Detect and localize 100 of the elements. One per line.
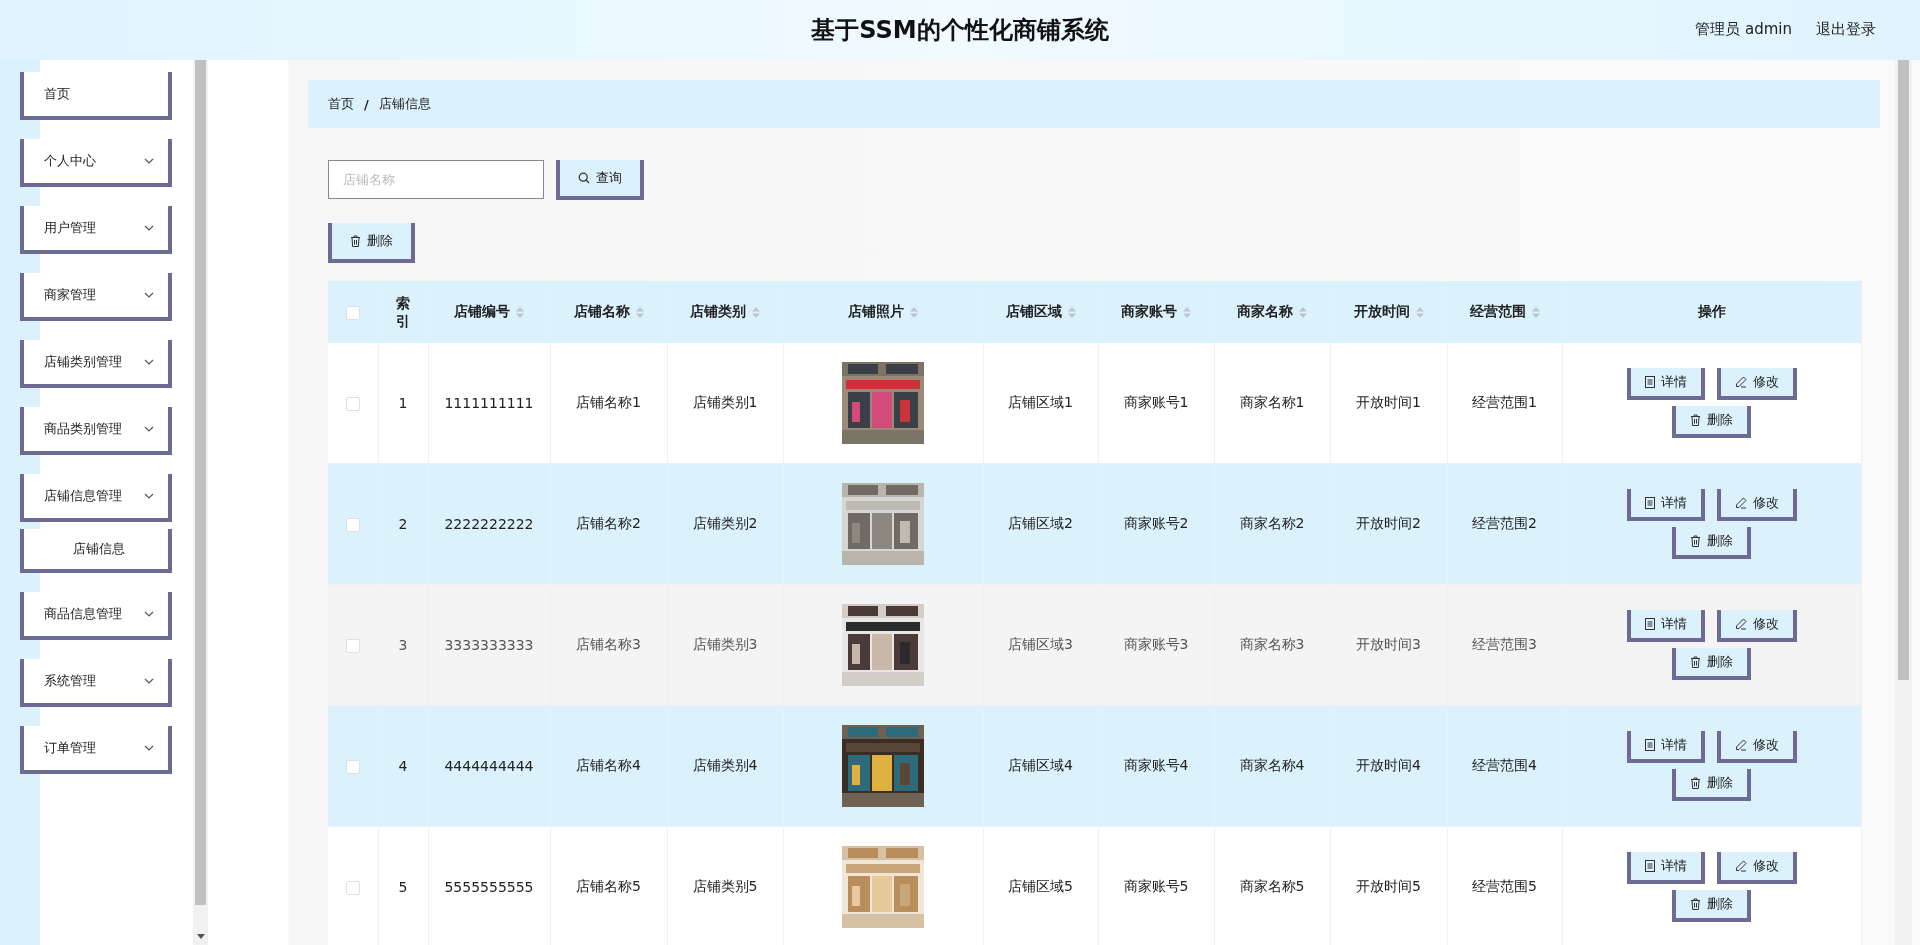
table-cell: 店铺区域5 — [1008, 878, 1073, 894]
sort-icon[interactable] — [910, 306, 918, 318]
table-cell: 店铺类别1 — [692, 394, 758, 410]
sidebar-item[interactable]: 商品信息管理 — [20, 592, 172, 640]
user-name: 管理员 admin — [1695, 20, 1792, 39]
detail-button[interactable]: 详情 — [1626, 489, 1705, 521]
select-all-checkbox[interactable] — [345, 306, 360, 320]
trash-icon — [1690, 656, 1702, 668]
scroll-down-icon[interactable] — [197, 934, 205, 939]
sort-icon[interactable] — [635, 306, 644, 318]
table-cell: 商家账号5 — [1123, 878, 1189, 894]
delete-button[interactable]: 删除 — [1672, 890, 1752, 922]
table-cell: 商家名称2 — [1239, 515, 1305, 531]
edit-button[interactable]: 修改 — [1716, 610, 1797, 642]
document-icon — [1644, 376, 1655, 388]
breadcrumb-separator: / — [364, 96, 369, 112]
column-header[interactable]: 店铺区域 — [1005, 303, 1062, 319]
delete-button[interactable]: 删除 — [1672, 648, 1752, 680]
row-checkbox[interactable] — [345, 397, 360, 411]
column-header[interactable]: 商家名称 — [1237, 303, 1293, 319]
table-cell: 3333333333 — [444, 637, 534, 653]
search-field[interactable]: 店铺名称 — [328, 160, 544, 199]
column-header[interactable]: 店铺名称 — [573, 303, 630, 319]
row-checkbox[interactable] — [345, 760, 360, 774]
row-checkbox[interactable] — [345, 518, 360, 532]
detail-button[interactable]: 详情 — [1626, 852, 1705, 884]
sidebar-item[interactable]: 首页 — [20, 72, 172, 120]
logout-link[interactable]: 退出登录 — [1816, 20, 1876, 39]
table-cell: 经营范围4 — [1472, 757, 1537, 773]
delete-button[interactable]: 删除 — [1672, 769, 1752, 801]
chevron-down-icon — [144, 426, 154, 432]
delete-button[interactable]: 删除 — [1672, 527, 1752, 559]
site-title: 基于SSM的个性化商铺系统 — [811, 15, 1109, 46]
sort-icon[interactable] — [1067, 306, 1076, 318]
sidebar-item[interactable]: 系统管理 — [20, 659, 172, 707]
sort-icon[interactable] — [1299, 306, 1307, 318]
submenu-item[interactable]: 店铺信息 — [20, 529, 172, 573]
table-cell: 商家名称5 — [1239, 878, 1305, 894]
column-header[interactable]: 店铺编号 — [454, 303, 510, 319]
table-cell: 店铺区域1 — [1008, 394, 1073, 410]
sidebar-item[interactable]: 商家管理 — [20, 273, 172, 321]
sort-icon[interactable] — [1183, 306, 1191, 318]
edit-button[interactable]: 修改 — [1716, 852, 1797, 884]
pencil-icon — [1734, 618, 1747, 630]
table-cell: 4444444444 — [444, 758, 534, 774]
sidebar-item[interactable]: 用户管理 — [20, 206, 172, 254]
sidebar-item[interactable]: 商品类别管理 — [20, 407, 172, 455]
sidebar-item[interactable]: 个人中心 — [20, 139, 172, 187]
detail-button[interactable]: 详情 — [1626, 368, 1705, 400]
sort-icon[interactable] — [1531, 306, 1540, 318]
scrollbar[interactable] — [1895, 60, 1912, 945]
table-cell: 2 — [398, 516, 408, 532]
sidebar-item[interactable]: 店铺信息管理 — [20, 474, 172, 522]
edit-button[interactable]: 修改 — [1716, 489, 1797, 521]
row-checkbox[interactable] — [345, 881, 360, 895]
breadcrumb-link[interactable]: 首页 — [328, 95, 354, 113]
row-checkbox[interactable] — [345, 639, 360, 653]
pencil-icon — [1734, 860, 1747, 872]
table-cell: 商家账号1 — [1123, 394, 1189, 410]
search-button[interactable]: 查询 — [556, 160, 644, 200]
chevron-down-icon — [144, 611, 154, 617]
table-cell: 店铺名称5 — [576, 878, 641, 894]
column-header[interactable]: 店铺照片 — [848, 303, 904, 319]
pencil-icon — [1734, 739, 1747, 751]
table-cell: 2222222222 — [444, 516, 534, 532]
table-cell: 商家名称4 — [1239, 757, 1305, 773]
table-cell: 店铺名称3 — [576, 636, 641, 652]
sidebar-item[interactable]: 店铺类别管理 — [20, 340, 172, 388]
column-header[interactable]: 商家账号 — [1121, 303, 1177, 319]
table-cell: 店铺名称2 — [576, 515, 641, 531]
table-cell: 店铺类别2 — [692, 515, 758, 531]
sort-icon[interactable] — [1415, 306, 1424, 318]
sort-icon[interactable] — [516, 306, 524, 318]
table-cell: 店铺类别4 — [692, 757, 758, 773]
document-icon — [1644, 497, 1655, 509]
column-header[interactable]: 经营范围 — [1469, 303, 1526, 319]
scrollbar[interactable] — [193, 60, 208, 945]
edit-button[interactable]: 修改 — [1716, 731, 1797, 763]
document-icon — [1644, 860, 1655, 872]
detail-button[interactable]: 详情 — [1626, 731, 1705, 763]
table-cell: 店铺区域2 — [1008, 515, 1073, 531]
chevron-down-icon — [144, 292, 154, 298]
pencil-icon — [1734, 376, 1747, 388]
search-icon — [578, 172, 590, 184]
detail-button[interactable]: 详情 — [1626, 610, 1705, 642]
chevron-down-icon — [144, 359, 154, 365]
sort-icon[interactable] — [752, 306, 760, 318]
delete-button[interactable]: 删除 — [1672, 406, 1752, 438]
sidebar-item[interactable]: 订单管理 — [20, 726, 172, 774]
trash-icon — [1690, 777, 1702, 789]
trash-icon — [1690, 535, 1702, 547]
edit-button[interactable]: 修改 — [1716, 368, 1797, 400]
table-cell: 3 — [398, 637, 408, 653]
table-cell: 商家账号3 — [1123, 636, 1189, 652]
column-header[interactable]: 开放时间 — [1353, 303, 1410, 319]
document-icon — [1644, 618, 1655, 630]
breadcrumb-link[interactable]: 店铺信息 — [378, 95, 431, 113]
column-header[interactable]: 店铺类别 — [690, 303, 746, 319]
delete-button[interactable]: 删除 — [328, 223, 415, 263]
table-cell: 4 — [398, 758, 408, 774]
